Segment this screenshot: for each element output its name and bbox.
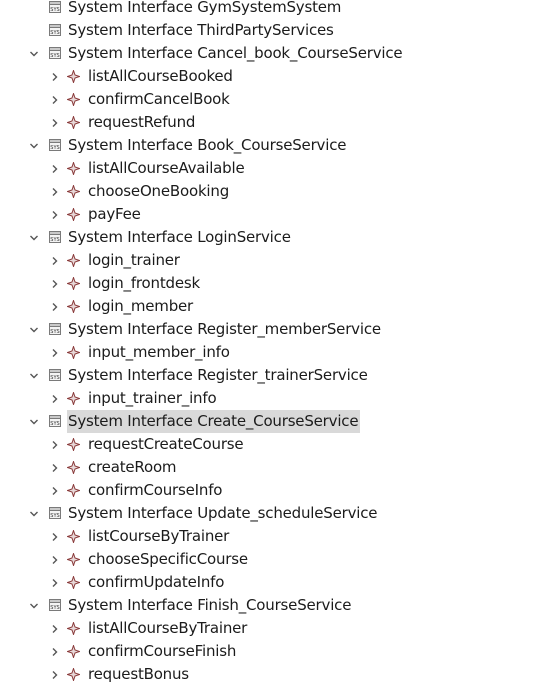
tree-item-label: login_frontdesk (88, 274, 200, 292)
tree-item-label: listAllCourseAvailable (88, 159, 245, 177)
interface-file-icon: SYS (48, 598, 62, 612)
tree-item-label: requestCreateCourse (88, 435, 244, 453)
svg-text:SYS: SYS (50, 513, 59, 519)
chevron-right-icon[interactable] (49, 65, 61, 88)
operation-diamond-icon (67, 346, 80, 359)
tree-item-label: confirmUpdateInfo (88, 573, 225, 591)
chevron-down-icon[interactable] (28, 594, 40, 617)
operation-diamond-icon (67, 530, 80, 543)
tree-item-label: System Interface Register_memberService (68, 320, 381, 338)
chevron-right-icon[interactable] (49, 203, 61, 226)
interface-file-icon: SYS (48, 414, 62, 428)
chevron-right-icon[interactable] (49, 111, 61, 134)
tree-item-label: input_member_info (88, 343, 230, 361)
tree-item-label: System Interface Update_scheduleService (68, 504, 378, 522)
tree-item-label: login_member (88, 297, 194, 315)
svg-text:SYS: SYS (50, 375, 59, 381)
operation-diamond-icon (67, 484, 80, 497)
operation-diamond-icon (67, 553, 80, 566)
tree-item-label: confirmCourseFinish (88, 642, 237, 660)
operation-diamond-icon (67, 162, 80, 175)
operation-diamond-icon (67, 668, 80, 681)
tree-item-label: listAllCourseByTrainer (88, 619, 248, 637)
interface-file-icon: SYS (48, 230, 62, 244)
operation-diamond-icon (67, 70, 80, 83)
chevron-right-icon[interactable] (49, 249, 61, 272)
svg-text:SYS: SYS (50, 30, 59, 36)
interface-file-icon: SYS (48, 322, 62, 336)
operation-diamond-icon (67, 93, 80, 106)
tree-item-label: confirmCourseInfo (88, 481, 223, 499)
svg-text:SYS: SYS (50, 7, 59, 13)
chevron-down-icon[interactable] (28, 42, 40, 65)
interface-file-icon: SYS (48, 368, 62, 382)
operation-diamond-icon (67, 300, 80, 313)
tree-item-label: System Interface GymSystemSystem (68, 0, 342, 16)
chevron-right-icon[interactable] (49, 433, 61, 456)
chevron-right-icon[interactable] (49, 617, 61, 640)
chevron-right-icon[interactable] (49, 640, 61, 663)
operation-diamond-icon (67, 461, 80, 474)
tree-item-label: login_trainer (88, 251, 180, 269)
interface-file-icon: SYS (48, 0, 62, 14)
interface-file-icon: SYS (48, 138, 62, 152)
operation-diamond-icon (67, 392, 80, 405)
operation-diamond-icon (67, 254, 80, 267)
chevron-down-icon[interactable] (28, 134, 40, 157)
chevron-right-icon[interactable] (49, 663, 61, 686)
svg-text:SYS: SYS (50, 237, 59, 243)
tree-item-label: chooseSpecificCourse (88, 550, 248, 568)
chevron-right-icon[interactable] (49, 548, 61, 571)
tree-item-label: requestBonus (88, 665, 189, 683)
tree-item-label: listCourseByTrainer (88, 527, 230, 545)
svg-text:SYS: SYS (50, 145, 59, 151)
chevron-down-icon[interactable] (28, 318, 40, 341)
operation-diamond-icon (67, 185, 80, 198)
chevron-right-icon[interactable] (49, 341, 61, 364)
chevron-right-icon[interactable] (49, 272, 61, 295)
chevron-right-icon[interactable] (49, 479, 61, 502)
operation-diamond-icon (67, 438, 80, 451)
chevron-right-icon[interactable] (49, 180, 61, 203)
tree-item-label: createRoom (88, 458, 177, 476)
operation-diamond-icon (67, 645, 80, 658)
tree-item-label: requestRefund (88, 113, 196, 131)
tree-item-label: System Interface Finish_CourseService (68, 596, 352, 614)
operation-diamond-icon (67, 277, 80, 290)
tree-item-label: input_trainer_info (88, 389, 217, 407)
chevron-right-icon[interactable] (49, 88, 61, 111)
chevron-right-icon[interactable] (49, 456, 61, 479)
operation-diamond-icon (67, 622, 80, 635)
interface-file-icon: SYS (48, 46, 62, 60)
operation-diamond-icon (67, 208, 80, 221)
svg-text:SYS: SYS (50, 329, 59, 335)
chevron-down-icon[interactable] (28, 502, 40, 525)
chevron-down-icon[interactable] (28, 410, 40, 433)
tree-item-label: chooseOneBooking (88, 182, 230, 200)
tree-item-label: System Interface Cancel_book_CourseServi… (68, 44, 403, 62)
operation-diamond-icon (67, 576, 80, 589)
tree-item-label: System Interface ThirdPartyServices (68, 21, 334, 39)
tree-item-label: confirmCancelBook (88, 90, 230, 108)
chevron-right-icon[interactable] (49, 295, 61, 318)
svg-text:SYS: SYS (50, 53, 59, 59)
svg-text:SYS: SYS (50, 605, 59, 611)
tree-item-label: System Interface LoginService (68, 228, 291, 246)
tree-item-label: System Interface Create_CourseService (67, 410, 361, 433)
tree-item-label: System Interface Register_trainerService (68, 366, 368, 384)
chevron-right-icon[interactable] (49, 387, 61, 410)
tree-item-label: payFee (88, 205, 141, 223)
interface-file-icon: SYS (48, 23, 62, 37)
operation-diamond-icon (67, 116, 80, 129)
chevron-right-icon[interactable] (49, 157, 61, 180)
chevron-down-icon[interactable] (28, 364, 40, 387)
tree-item-label: listAllCourseBooked (88, 67, 233, 85)
chevron-right-icon[interactable] (49, 525, 61, 548)
chevron-down-icon[interactable] (28, 226, 40, 249)
svg-text:SYS: SYS (50, 421, 59, 427)
chevron-right-icon[interactable] (49, 571, 61, 594)
tree-item-label: System Interface Book_CourseService (68, 136, 347, 154)
interface-file-icon: SYS (48, 506, 62, 520)
